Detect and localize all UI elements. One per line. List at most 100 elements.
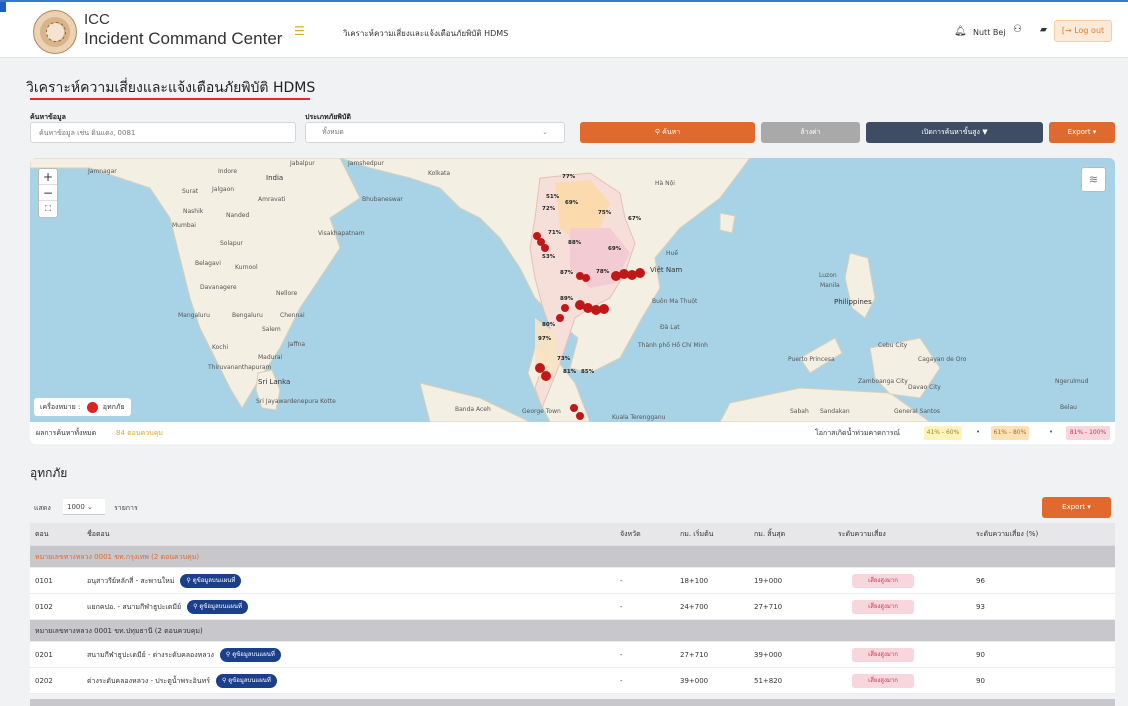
column-header[interactable]: ระดับความเสี่ยง bbox=[838, 523, 886, 546]
map-label: Sri Jayawardenepura Kotte bbox=[256, 398, 336, 405]
section-name: สนามกีฬาธูปะเตมีย์ - ต่างระดับคลองหลวง bbox=[87, 651, 214, 659]
map-label: Sabah bbox=[790, 408, 809, 415]
map-label: Thành phố Hồ Chí Minh bbox=[638, 342, 708, 349]
map-label: Visakhapatnam bbox=[318, 230, 365, 237]
risk-percent-label: 51% bbox=[546, 194, 560, 200]
range-badge-41-60: 41% - 60% bbox=[924, 426, 962, 440]
group-title: หมายเลขทางหลวง 0001 ขท.ปทุมธานี (2 ตอนคว… bbox=[35, 627, 203, 635]
export-button[interactable]: Export ▾ bbox=[1049, 122, 1115, 143]
page-size-select[interactable]: 1000 ⌄ bbox=[63, 499, 105, 515]
view-on-map-button[interactable]: ⚲ ดูข้อมูลบนแผนที่ bbox=[187, 600, 248, 614]
map-land bbox=[30, 158, 941, 422]
km-end: 51+820 bbox=[754, 677, 783, 685]
column-header[interactable]: ระดับความเสี่ยง (%) bbox=[976, 523, 1038, 546]
map-label: Kuala Terengganu bbox=[612, 414, 666, 421]
map-label: Cebu City bbox=[878, 342, 908, 349]
next-group-row-partial bbox=[30, 699, 1115, 706]
view-on-map-button[interactable]: ⚲ ดูข้อมูลบนแผนที่ bbox=[219, 648, 281, 662]
map-label: Amravati bbox=[258, 196, 286, 203]
risk-badge: เสี่ยงสูงมาก bbox=[852, 674, 914, 688]
legend-label: เครื่องหมาย : bbox=[40, 403, 81, 411]
section-name-cell: แยกคปอ. - สนามกีฬาธูปะเตมีย์ ⚲ ดูข้อมูลบน… bbox=[87, 594, 248, 620]
caret-down-icon: ▾ bbox=[1090, 128, 1097, 136]
table-row[interactable]: 0101 อนุสาวรีย์หลักสี่ - สะพานใหม่ ⚲ ดูข้… bbox=[30, 568, 1115, 594]
table-row[interactable]: 0201 สนามกีฬาธูปะเตมีย์ - ต่างระดับคลองห… bbox=[30, 642, 1115, 668]
map-label: Salem bbox=[262, 326, 281, 333]
logo-seal bbox=[46, 22, 66, 42]
map-legend: เครื่องหมาย : อุทกภัย bbox=[34, 398, 131, 416]
icc-logo[interactable] bbox=[33, 10, 77, 54]
km-start: 39+000 bbox=[680, 677, 709, 685]
map-label: General Santos bbox=[894, 408, 940, 415]
risk-badge: เสี่ยงสูงมาก bbox=[852, 600, 914, 614]
disaster-type-value: ทั้งหมด bbox=[322, 128, 344, 136]
risk-badge: เสี่ยงสูงมาก bbox=[852, 648, 914, 662]
section-name: แยกคปอ. - สนามกีฬาธูปะเตมีย์ bbox=[87, 603, 182, 611]
map-label: Đà Lạt bbox=[660, 324, 680, 331]
advanced-search-button[interactable]: เปิดการค้นหาขั้นสูง ▼ bbox=[866, 122, 1043, 143]
column-header[interactable]: ชื่อตอน bbox=[87, 523, 110, 546]
table-row[interactable]: 0202 ต่างระดับคลองหลวง - ประตูน้ำพระอินท… bbox=[30, 668, 1115, 694]
export-label: Export bbox=[1067, 128, 1091, 136]
column-header[interactable]: จังหวัด bbox=[620, 523, 641, 546]
map-label: Buôn Ma Thuột bbox=[652, 298, 698, 305]
section-code: 0102 bbox=[35, 603, 53, 611]
map-label: Jamshedpur bbox=[348, 160, 384, 167]
zoom-out-button[interactable]: − bbox=[39, 185, 57, 201]
view-on-map-button[interactable]: ⚲ ดูข้อมูลบนแผนที่ bbox=[180, 574, 242, 588]
disaster-type-select[interactable]: ทั้งหมด ⌄ bbox=[305, 122, 565, 143]
top-navbar: ICC Incident Command Center ☰ วิเคราะห์ค… bbox=[0, 0, 1128, 58]
province: - bbox=[620, 603, 623, 611]
map-label: Sri Lanka bbox=[258, 378, 291, 386]
map-label: Cagayan de Oro bbox=[918, 356, 967, 363]
fullscreen-button[interactable]: ⛶ bbox=[39, 201, 57, 217]
province: - bbox=[620, 577, 623, 585]
show-label: แสดง bbox=[34, 504, 51, 512]
map-label: Madurai bbox=[258, 354, 283, 361]
map-label: Bhubaneswar bbox=[362, 196, 403, 203]
username[interactable]: Nutt Bej bbox=[973, 28, 1006, 37]
filter-icon: ▼ bbox=[979, 128, 988, 136]
page-size-value: 1000 bbox=[67, 503, 85, 511]
risk-badge: เสี่ยงสูงมาก bbox=[852, 574, 914, 588]
map-label: Kolkata bbox=[428, 170, 451, 177]
view-on-map-button[interactable]: ⚲ ดูข้อมูลบนแผนที่ bbox=[215, 674, 277, 688]
table-export-button[interactable]: Export ▾ bbox=[1042, 497, 1111, 518]
map-label: Huế bbox=[666, 250, 679, 257]
layers-icon[interactable]: ≋ bbox=[1081, 167, 1106, 192]
zoom-control: + − ⛶ bbox=[38, 168, 58, 218]
map-label: Ngerulmud bbox=[1055, 378, 1089, 385]
map-label: Chennai bbox=[280, 312, 305, 319]
clear-button[interactable]: ล้างค่า bbox=[761, 122, 860, 143]
map-label: Davao City bbox=[908, 384, 941, 391]
search-input[interactable] bbox=[30, 122, 296, 143]
column-header[interactable]: กม. สิ้นสุด bbox=[754, 523, 785, 546]
column-header[interactable]: ตอน bbox=[35, 523, 49, 546]
section-title: อุทกภัย bbox=[30, 466, 68, 480]
risk-map[interactable]: Jamnagar Indore India Jabalpur Jamshedpu… bbox=[30, 158, 1115, 422]
chevron-down-icon: ⌄ bbox=[542, 128, 548, 136]
search-button[interactable]: ⚲ ค้นหา bbox=[580, 122, 755, 143]
column-header[interactable]: กม. เริ่มต้น bbox=[680, 523, 713, 546]
map-label: Jamnagar bbox=[88, 168, 117, 175]
risk-percent-label: 97% bbox=[538, 336, 552, 342]
chevron-down-icon: ⌄ bbox=[84, 503, 93, 511]
map-label: Banda Aceh bbox=[455, 406, 491, 413]
user-icon[interactable]: ⚇ bbox=[1013, 25, 1022, 35]
km-start: 18+100 bbox=[680, 577, 709, 585]
map-label: Mangaluru bbox=[178, 312, 210, 319]
table-row[interactable]: 0102 แยกคปอ. - สนามกีฬาธูปะเตมีย์ ⚲ ดูข้อ… bbox=[30, 594, 1115, 620]
km-start: 24+700 bbox=[680, 603, 709, 611]
logout-button[interactable]: [→ Log out bbox=[1054, 20, 1112, 42]
book-icon[interactable]: ▰ bbox=[1040, 26, 1047, 35]
bell-icon[interactable]: 🔔︎ bbox=[954, 27, 967, 37]
hamburger-icon[interactable]: ☰ bbox=[294, 25, 305, 37]
map-label: Belagavi bbox=[195, 260, 221, 267]
group-row[interactable]: หมายเลขทางหลวง 0001 ขท.กรุงเทพ (2 ตอนควบ… bbox=[30, 546, 1115, 568]
range-badge-81-100: 81% - 100% bbox=[1066, 426, 1110, 440]
map-label: Davanagere bbox=[200, 284, 237, 291]
section-name: อนุสาวรีย์หลักสี่ - สะพานใหม่ bbox=[87, 577, 175, 585]
group-row[interactable]: หมายเลขทางหลวง 0001 ขท.ปทุมธานี (2 ตอนคว… bbox=[30, 620, 1115, 642]
zoom-in-button[interactable]: + bbox=[39, 169, 57, 185]
risk-percent-label: 71% bbox=[548, 230, 562, 236]
